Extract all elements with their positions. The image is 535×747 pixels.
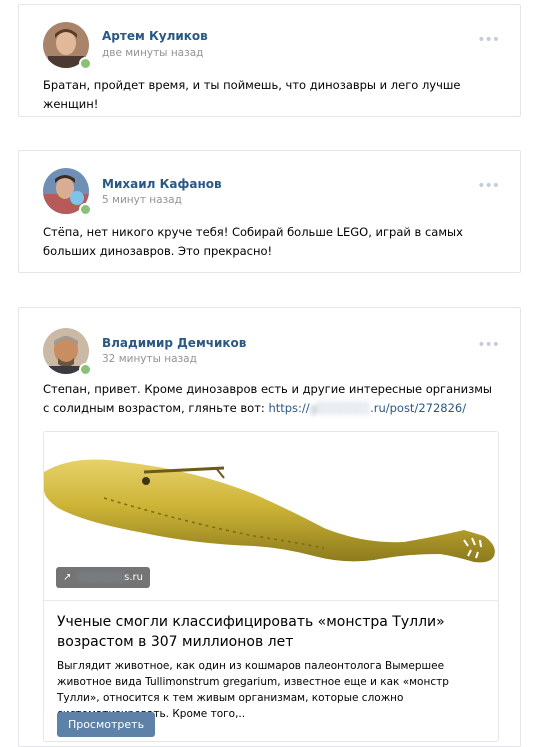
preview-image[interactable]: ↗ ░░░░░░s.ru [44,432,498,600]
post-text: Степан, привет. Кроме динозавров есть и … [43,380,500,418]
post-time[interactable]: 5 минут назад [102,194,182,206]
post-link[interactable]: https://g░░░░░░.ru/post/272826/ [268,401,466,415]
post-text: Стёпа, нет никого круче тебя! Собирай бо… [43,225,463,258]
author-name[interactable]: Михаил Кафанов [102,177,222,191]
more-dots-icon[interactable]: ••• [477,33,500,47]
author-name[interactable]: Владимир Демчиков [102,336,246,350]
post-time[interactable]: две минуты назад [102,47,203,59]
post-1: Артем Куликов две минуты назад ••• Брата… [18,4,521,117]
link-arrow-icon: ↗ [63,572,72,583]
post-time[interactable]: 32 минуты назад [102,353,197,365]
link-preview-card[interactable]: ↗ ░░░░░░s.ru Ученые смогли классифицирова… [43,431,499,742]
author-name[interactable]: Артем Куликов [102,29,208,43]
online-indicator [79,57,92,70]
card-title[interactable]: Ученые смогли классифицировать «монстра … [57,612,477,652]
more-dots-icon[interactable]: ••• [477,179,500,193]
view-button[interactable]: Просмотреть [57,712,155,737]
online-indicator [79,203,92,216]
post-text: Братан, пройдет время, и ты поймешь, что… [43,78,461,111]
card-divider [44,600,498,601]
post-3: Владимир Демчиков 32 минуты назад ••• Ст… [18,307,521,747]
online-indicator [79,363,92,376]
more-dots-icon[interactable]: ••• [477,338,500,352]
domain-badge[interactable]: ↗ ░░░░░░s.ru [56,567,150,588]
post-2: Михаил Кафанов 5 минут назад ••• Стёпа, … [18,150,521,273]
